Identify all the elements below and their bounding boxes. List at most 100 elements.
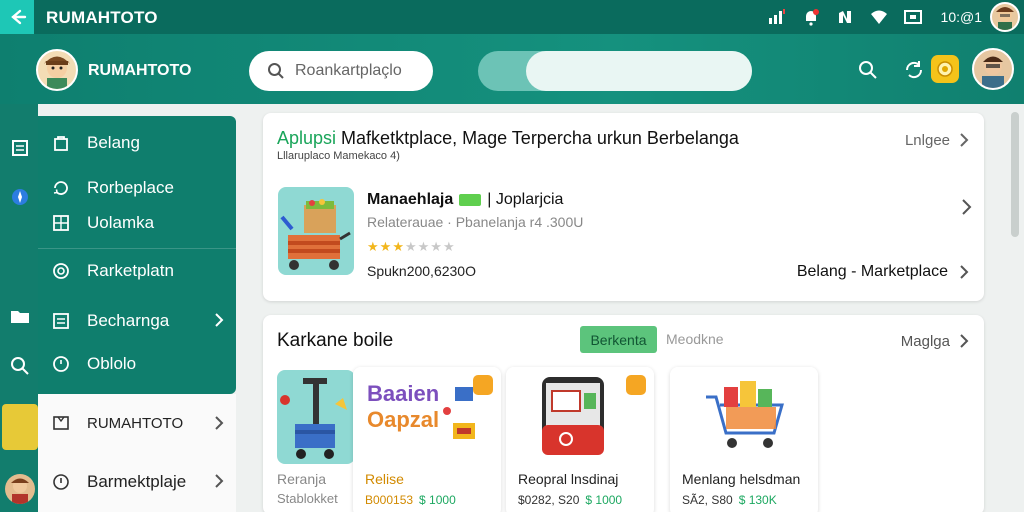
tab-inactive[interactable]: Meodkne — [666, 331, 724, 347]
profile-avatar[interactable] — [972, 48, 1014, 90]
rail-avatar[interactable] — [5, 474, 35, 504]
tile-price-main: SÃ2, S80 — [682, 493, 733, 507]
status-icons: 10:@1 — [753, 0, 1024, 34]
product-tile[interactable]: Reopral lnsdinaj $0282, S20 $ 1000 — [506, 367, 654, 512]
back-button[interactable] — [0, 0, 34, 34]
drawer-item-label: Barmektplaje — [87, 472, 187, 491]
drawer-item-label: RUMAHTOTO — [87, 414, 184, 432]
search-input[interactable] — [295, 62, 425, 80]
rail-active-indicator[interactable] — [2, 404, 38, 450]
tile-price: SÃ2, S80 $ 130K — [682, 493, 777, 507]
app-logo[interactable] — [36, 49, 78, 91]
rail-compass-icon[interactable] — [9, 186, 31, 208]
sync-icon — [905, 61, 923, 79]
wifi-icon — [869, 7, 889, 27]
header-search-button[interactable] — [858, 60, 878, 85]
tile-name: Relise — [365, 471, 404, 487]
product-price: Spukn200,6230O — [367, 263, 476, 279]
drawer-item-rumahtoto[interactable]: RUMAHTOTO — [50, 412, 183, 434]
drawer-item-belang[interactable]: Belang — [50, 132, 140, 154]
list-more-link[interactable]: Maglga — [901, 332, 970, 350]
tile-price: B000153 $ 1000 — [365, 493, 456, 507]
status-title: RUMAHTOTO — [46, 8, 158, 27]
status-bar: RUMAHTOTO 10:@1 — [0, 0, 1024, 34]
star-empty-icon: ★ — [430, 239, 443, 254]
product-description: Relaterauae · Pbanelanja r4 .300U — [367, 214, 584, 230]
sync-button[interactable] — [903, 59, 925, 86]
featured-footer-link[interactable]: Belang - Marketplace — [797, 263, 970, 281]
drawer-item-label: Rorbeplace — [87, 178, 174, 197]
tile-price-main: B000153 — [365, 493, 414, 507]
product-tile-image[interactable] — [277, 370, 355, 464]
search-icon — [859, 61, 877, 79]
product-name-suffix: | Joplarjcia — [487, 191, 564, 208]
screen-icon — [903, 7, 923, 27]
drawer-item-label: Oblolo — [87, 354, 137, 373]
refresh-icon — [50, 177, 72, 199]
tile-name: Reopral lnsdinaj — [518, 471, 619, 487]
product-name[interactable]: Manaehlaja | Joplarjcia — [367, 191, 563, 209]
drawer-item-becharnga[interactable]: Becharnga — [50, 310, 169, 332]
clock-icon — [50, 353, 72, 375]
star-filled-icon: ★ — [379, 239, 393, 254]
drawer-item-label: Uolamka — [87, 213, 155, 232]
product-tile[interactable]: Menlang helsdman SÃ2, S80 $ 130K — [670, 367, 818, 512]
drawer-item-rarketplatn[interactable]: Rarketplatn — [50, 260, 174, 282]
list-icon — [50, 310, 72, 332]
tile-price-secondary: $ 1000 — [585, 493, 623, 507]
product-list-card: Karkane boile Berkenta Meodkne Maglga Re… — [263, 315, 984, 512]
drawer-item-uolamka[interactable]: Uolamka — [50, 212, 154, 234]
list-more-label: Maglga — [900, 332, 950, 350]
status-time: 10:@1 — [940, 9, 982, 25]
product-image[interactable] — [278, 187, 354, 275]
tab-active[interactable]: Berkenta — [580, 326, 657, 353]
rail-folder-icon[interactable] — [9, 305, 31, 327]
chevron-right-icon — [214, 312, 224, 333]
tile-price-main: $0282, S20 — [518, 493, 580, 507]
rail-document-icon[interactable] — [9, 137, 31, 159]
drawer-item-oblolo[interactable]: Oblolo — [50, 353, 136, 375]
star-empty-icon: ★ — [442, 239, 456, 254]
info-icon — [50, 471, 72, 493]
coin-icon — [937, 61, 953, 77]
tile-name: Reranja — [277, 471, 327, 487]
star-filled-icon: ★ — [367, 239, 380, 254]
rail-search-icon[interactable] — [9, 355, 31, 377]
drawer-item-rorbeplace[interactable]: Rorbeplace — [50, 177, 174, 199]
header-toggle-field[interactable] — [526, 51, 752, 91]
user-avatar[interactable] — [990, 2, 1020, 32]
drawer-item-barmektplaje[interactable]: Barmektplaje — [50, 471, 186, 493]
star-filled-icon: ★ — [392, 239, 405, 254]
drawer-item-label: Belang — [87, 133, 140, 152]
product-tile[interactable]: Baaien Oapzal Relise B000153 $ 1000 — [353, 367, 501, 512]
product-badge — [459, 194, 482, 206]
coin-button[interactable] — [931, 55, 959, 83]
tile-image-text-bottom: Oapzal — [367, 407, 440, 432]
featured-more-link[interactable]: Lnlgee — [905, 131, 970, 149]
product-open-button[interactable] — [960, 197, 972, 222]
featured-title-text: Mafketktplace, Mage Terpercha urkun Berb… — [336, 128, 739, 148]
bag-icon — [50, 132, 72, 154]
sim-icon — [835, 7, 855, 27]
tile-badge-icon — [473, 375, 493, 395]
featured-title: Aplupsi Mafketktplace, Mage Terpercha ur… — [277, 128, 739, 149]
scrollbar-thumb[interactable] — [1011, 112, 1019, 237]
search-box[interactable] — [249, 51, 433, 91]
tile-price: $0282, S20 $ 1000 — [518, 493, 622, 507]
header-title: RUMAHTOTO — [88, 62, 192, 79]
product-name-text: Manaehlaja — [367, 191, 454, 208]
back-arrow-icon — [11, 9, 27, 25]
product-rating: ★★★★★★★ — [367, 239, 456, 255]
left-rail — [0, 104, 38, 512]
star-empty-icon: ★ — [404, 239, 418, 254]
tile-badge-icon — [626, 375, 646, 395]
drawer-item-label: Rarketplatn — [87, 261, 174, 280]
featured-card: Aplupsi Mafketktplace, Mage Terpercha ur… — [263, 113, 984, 301]
tile-price-secondary: $ 130K — [738, 493, 777, 507]
featured-title-highlight: Aplupsi — [277, 128, 337, 148]
tile-image — [670, 367, 818, 461]
chevron-right-icon — [960, 133, 969, 147]
star-empty-icon: ★ — [417, 239, 431, 254]
notification-bell-icon[interactable] — [801, 7, 821, 27]
featured-subtitle: Lllaruplaco Mamekaco 4) — [277, 150, 400, 162]
